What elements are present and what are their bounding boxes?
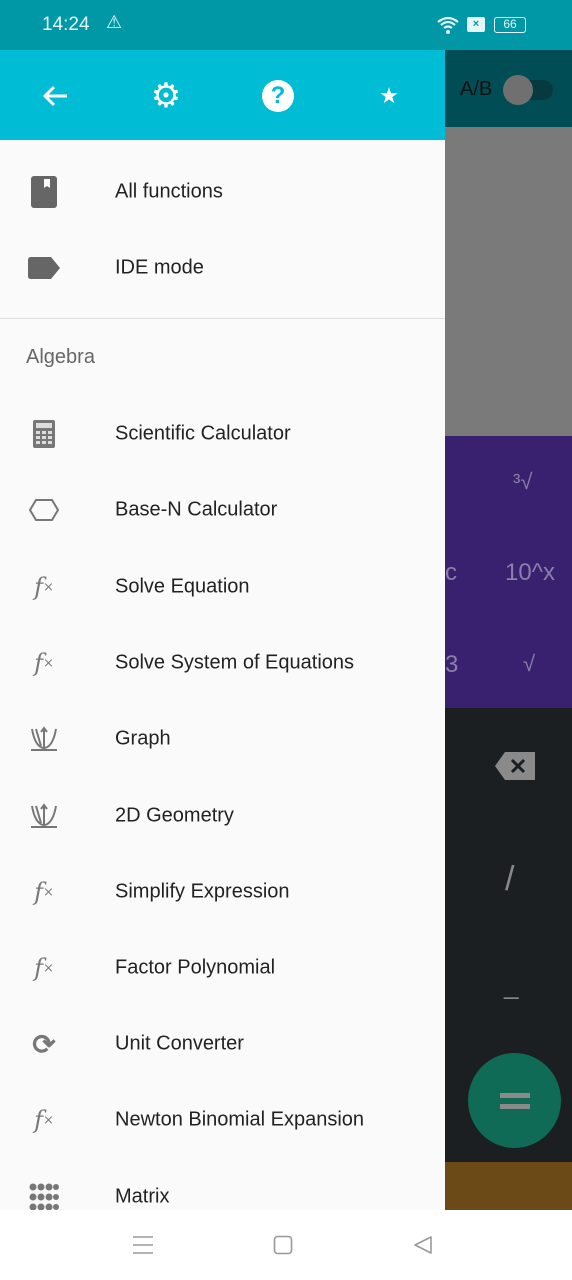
fx-icon: f ×: [34, 1106, 54, 1134]
drawer-item-solve-system[interactable]: f × Solve System of Equations: [0, 625, 445, 701]
divider: [0, 318, 445, 319]
ab-toggle[interactable]: [503, 75, 553, 105]
drawer-item-label: Unit Converter: [115, 1032, 244, 1055]
drawer-item-matrix[interactable]: Matrix: [0, 1159, 445, 1210]
drawer-item-label: All functions: [115, 180, 223, 203]
wifi-icon: [437, 16, 459, 34]
drawer-item-all-functions[interactable]: All functions: [0, 154, 445, 230]
drawer-item-scientific-calculator[interactable]: Scientific Calculator: [0, 396, 445, 472]
drawer-item-label: Factor Polynomial: [115, 956, 276, 979]
section-header-algebra: Algebra: [26, 346, 95, 368]
number-keypad: / _: [445, 708, 572, 1162]
drawer-item-graph[interactable]: Graph: [0, 701, 445, 777]
fx-icon: f ×: [34, 573, 54, 601]
drawer-item-solve-equation[interactable]: f × Solve Equation: [0, 549, 445, 625]
drawer-item-2d-geometry[interactable]: 2D Geometry: [0, 778, 445, 854]
back-arrow-icon[interactable]: [38, 79, 72, 113]
drawer-item-label: Graph: [115, 727, 171, 750]
status-time: 14:24: [42, 14, 90, 35]
ab-label: A/B: [460, 78, 493, 100]
drawer-item-label: Solve System of Equations: [115, 651, 355, 674]
minus-key[interactable]: _: [504, 970, 518, 1001]
drawer-item-base-n-calculator[interactable]: Base-N Calculator: [0, 472, 445, 548]
sim-off-icon: ×: [467, 17, 485, 32]
system-nav-bar: [0, 1210, 572, 1280]
bottom-strip: [445, 1162, 572, 1210]
fx-icon: f ×: [34, 954, 54, 982]
help-icon[interactable]: ?: [261, 79, 295, 113]
navigation-drawer: ⚙ ? ★ All functions IDE mode Algebra Sci…: [0, 50, 445, 1210]
drawer-item-label: Solve Equation: [115, 575, 250, 598]
pow10-key[interactable]: 10^x: [505, 559, 555, 587]
battery-icon: 66: [494, 17, 526, 33]
drawer-item-label: Scientific Calculator: [115, 422, 291, 445]
hexagon-icon: [26, 495, 62, 525]
drawer-item-unit-converter[interactable]: ⟳ Unit Converter: [0, 1006, 445, 1082]
drawer-toolbar: ⚙ ? ★: [0, 50, 445, 140]
drawer-item-label: IDE mode: [115, 256, 204, 279]
three-key[interactable]: 3: [445, 651, 458, 679]
drawer-item-label: Simplify Expression: [115, 880, 290, 903]
gear-icon[interactable]: ⚙: [149, 77, 183, 115]
star-icon[interactable]: ★: [372, 79, 406, 113]
graph-icon: [26, 724, 62, 754]
drawer-item-label: Base-N Calculator: [115, 498, 278, 521]
calculator-icon: [26, 419, 62, 449]
drawer-item-ide-mode[interactable]: IDE mode: [0, 230, 445, 306]
drawer-item-newton-binomial[interactable]: f × Newton Binomial Expansion: [0, 1082, 445, 1158]
drawer-item-label: 2D Geometry: [115, 804, 234, 827]
drawer-item-label: Matrix: [115, 1185, 170, 1208]
sync-icon: ⟳: [32, 1028, 56, 1060]
backspace-icon[interactable]: [495, 752, 535, 780]
drawer-item-factor-polynomial[interactable]: f × Factor Polynomial: [0, 930, 445, 1006]
calculator-display: [445, 127, 572, 436]
fx-icon: f ×: [34, 878, 54, 906]
cbrt-key[interactable]: ³√: [513, 469, 532, 495]
sqrt-key[interactable]: √: [523, 651, 535, 677]
drawer-item-label: Newton Binomial Expansion: [115, 1108, 365, 1131]
function-keypad: ³√ c 10^x 3 √: [445, 436, 572, 708]
grid-dots-icon: [26, 1182, 62, 1210]
book-icon: [26, 176, 62, 208]
equals-button[interactable]: [468, 1053, 561, 1148]
drawer-item-simplify-expression[interactable]: f × Simplify Expression: [0, 854, 445, 930]
divide-key[interactable]: /: [505, 860, 514, 899]
fx-icon: f ×: [34, 649, 54, 677]
calculator-toolbar: A/B: [445, 50, 572, 127]
home-nav-icon[interactable]: [273, 1235, 293, 1255]
menu-nav-icon[interactable]: [132, 1235, 154, 1255]
c-key[interactable]: c: [445, 559, 457, 587]
graph-icon: [26, 801, 62, 831]
back-nav-icon[interactable]: [413, 1235, 433, 1255]
warning-icon: ⚠: [106, 12, 123, 32]
status-bar: 14:24 ⚠ × 66: [0, 0, 572, 50]
label-tag-icon: [26, 253, 62, 283]
